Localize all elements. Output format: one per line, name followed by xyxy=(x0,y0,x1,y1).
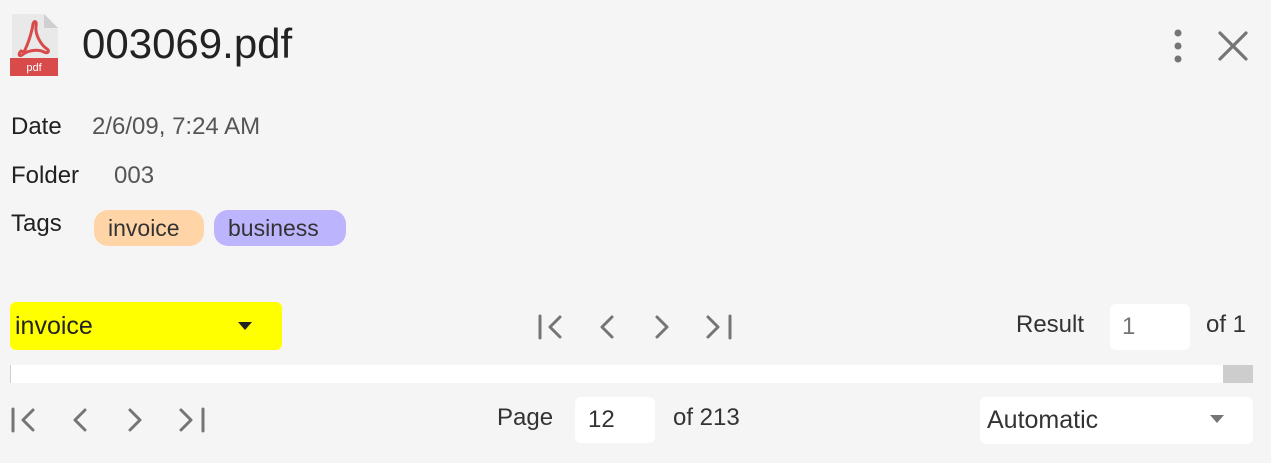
search-term-value: invoice xyxy=(15,312,93,340)
last-page-button[interactable] xyxy=(174,403,208,437)
result-total: of 1 xyxy=(1206,311,1247,338)
last-result-icon xyxy=(706,314,732,340)
first-result-button[interactable] xyxy=(535,310,569,344)
tags-label: Tags xyxy=(11,210,62,237)
page-label: Page xyxy=(497,404,554,431)
viewer-scrollbar[interactable] xyxy=(1223,365,1253,383)
folder-value: 003 xyxy=(114,162,155,189)
first-result-icon xyxy=(538,314,562,340)
caret-down-icon xyxy=(238,322,252,330)
tag-chip-business[interactable]: business xyxy=(214,210,346,246)
previous-result-button[interactable] xyxy=(590,310,624,344)
next-page-button[interactable] xyxy=(118,403,152,437)
previous-result-icon xyxy=(600,315,614,339)
result-number-input[interactable] xyxy=(1110,304,1190,350)
date-value: 2/6/09, 7:24 AM xyxy=(92,113,261,140)
last-page-icon xyxy=(179,407,205,433)
first-page-icon xyxy=(11,407,35,433)
previous-page-icon xyxy=(73,408,87,432)
result-label: Result xyxy=(1016,311,1085,338)
next-result-icon xyxy=(655,315,669,339)
search-term-select[interactable]: invoice xyxy=(10,302,282,350)
next-page-icon xyxy=(128,408,142,432)
zoom-value: Automatic xyxy=(987,406,1099,434)
caret-down-icon xyxy=(1210,415,1224,423)
close-icon xyxy=(1218,31,1248,61)
folder-label: Folder xyxy=(11,162,80,189)
page-number-input[interactable] xyxy=(575,397,655,443)
close-button[interactable] xyxy=(1214,27,1252,65)
more-vertical-icon xyxy=(1174,29,1182,63)
date-label: Date xyxy=(11,113,62,140)
pdf-icon-text: pdf xyxy=(26,62,42,74)
tag-chip-invoice[interactable]: invoice xyxy=(94,210,204,246)
last-result-button[interactable] xyxy=(701,310,735,344)
next-result-button[interactable] xyxy=(645,310,679,344)
page-total: of 213 xyxy=(673,404,740,431)
document-title: 003069.pdf xyxy=(82,20,293,67)
previous-page-button[interactable] xyxy=(63,403,97,437)
pdf-file-icon: pdf xyxy=(10,14,58,76)
more-options-button[interactable] xyxy=(1163,27,1193,65)
zoom-select[interactable]: Automatic xyxy=(980,397,1253,444)
first-page-button[interactable] xyxy=(8,403,42,437)
document-viewer[interactable] xyxy=(10,365,1253,383)
